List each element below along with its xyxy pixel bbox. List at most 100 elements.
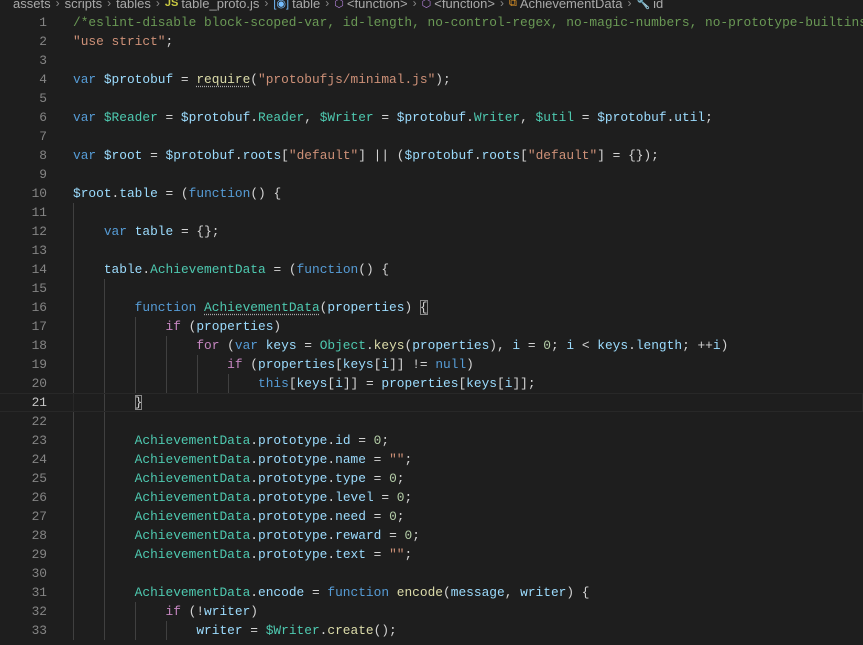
code-token: .	[250, 528, 259, 543]
breadcrumb-item[interactable]: assets	[13, 0, 51, 11]
line-number: 30	[31, 566, 47, 581]
code-token: writer	[520, 585, 567, 600]
code-token: .	[142, 262, 151, 277]
breadcrumb-item[interactable]: [◉] table	[273, 0, 320, 11]
code-line[interactable]: 29 AchievementData.prototype.text = "";	[0, 545, 863, 564]
breadcrumb-item[interactable]: ⬡ <function>	[422, 0, 495, 11]
code-token: id	[335, 433, 351, 448]
code-token: )	[273, 319, 282, 334]
code-line[interactable]: 27 AchievementData.prototype.need = 0;	[0, 507, 863, 526]
code-token: AchievementData	[134, 509, 251, 524]
code-token: ,	[504, 585, 521, 600]
code-editor[interactable]: 1 /*eslint-disable block-scoped-var, id-l…	[0, 13, 863, 640]
code-line[interactable]: 2 "use strict";	[0, 32, 863, 51]
indent-guide	[73, 241, 74, 260]
code-line[interactable]: 13	[0, 241, 863, 260]
class-icon: ⧉	[508, 0, 517, 9]
code-token: .	[327, 547, 336, 562]
code-line[interactable]: 8 var $root = $protobuf.roots["default"] …	[0, 146, 863, 165]
code-line[interactable]: 19 if (properties[keys[i]] != null)	[0, 355, 863, 374]
code-line[interactable]: 10 $root.table = (function() {	[0, 184, 863, 203]
code-line[interactable]: 17 if (properties)	[0, 317, 863, 336]
chevron-right-icon: ›	[155, 0, 160, 10]
code-line[interactable]: 28 AchievementData.prototype.reward = 0;	[0, 526, 863, 545]
code-line[interactable]: 12 var table = {};	[0, 222, 863, 241]
chevron-right-icon: ›	[55, 0, 60, 10]
code-text: AchievementData.prototype.name = "";	[73, 450, 413, 469]
chevron-right-icon: ›	[107, 0, 112, 10]
code-token: () {	[250, 186, 282, 201]
code-token: ;	[381, 433, 390, 448]
code-token: }	[134, 395, 143, 410]
code-line[interactable]: 23 AchievementData.prototype.id = 0;	[0, 431, 863, 450]
code-token: var	[234, 338, 266, 353]
code-token: .	[250, 452, 259, 467]
code-line[interactable]: 30	[0, 564, 863, 583]
code-text: }	[73, 393, 143, 412]
code-token: (	[180, 319, 197, 334]
breadcrumb-item[interactable]: tables	[116, 0, 151, 11]
code-line[interactable]: 25 AchievementData.prototype.type = 0;	[0, 469, 863, 488]
code-line[interactable]: 32 if (!writer)	[0, 602, 863, 621]
code-line[interactable]: 21 }	[0, 393, 863, 412]
code-line[interactable]: 6 var $Reader = $protobuf.Reader, $Writer…	[0, 108, 863, 127]
code-line[interactable]: 5	[0, 89, 863, 108]
code-text: "use strict";	[73, 32, 173, 51]
breadcrumb-item[interactable]: ⬡ <function>	[334, 0, 407, 11]
code-token: =	[520, 338, 544, 353]
code-line[interactable]: 16 function AchievementData(properties) …	[0, 298, 863, 317]
code-text: AchievementData.prototype.type = 0;	[73, 469, 405, 488]
code-token: function	[134, 300, 205, 315]
code-line[interactable]: 7	[0, 127, 863, 146]
code-token: var	[103, 224, 135, 239]
code-token: .	[250, 490, 259, 505]
breadcrumb-item[interactable]: scripts	[65, 0, 103, 11]
code-line[interactable]: 33 writer = $Writer.create();	[0, 621, 863, 640]
code-line[interactable]: 3	[0, 51, 863, 70]
code-line[interactable]: 20 this[keys[i]] = properties[keys[i]];	[0, 374, 863, 393]
code-token: this	[257, 376, 289, 391]
indent-guide	[73, 279, 74, 298]
code-line[interactable]: 26 AchievementData.prototype.level = 0;	[0, 488, 863, 507]
code-token: /*eslint-disable block-scoped-var, id-le…	[73, 15, 863, 30]
code-line[interactable]: 31 AchievementData.encode = function enc…	[0, 583, 863, 602]
code-token: Object	[319, 338, 366, 353]
code-line[interactable]: 18 for (var keys = Object.keys(propertie…	[0, 336, 863, 355]
code-line[interactable]: 15	[0, 279, 863, 298]
code-line[interactable]: 1 /*eslint-disable block-scoped-var, id-l…	[0, 13, 863, 32]
code-token: ),	[489, 338, 513, 353]
breadcrumb-label: <function>	[434, 0, 495, 11]
code-line[interactable]: 24 AchievementData.prototype.name = "";	[0, 450, 863, 469]
code-text: writer = $Writer.create();	[73, 621, 396, 640]
code-token: =	[381, 528, 405, 543]
code-text: var $protobuf = require("protobufjs/mini…	[73, 70, 451, 89]
line-number: 26	[31, 490, 47, 505]
code-token: writer	[204, 604, 251, 619]
code-token: =	[365, 547, 390, 562]
breadcrumb-item[interactable]: ⧉ AchievementData	[509, 0, 622, 11]
code-token: =	[373, 490, 397, 505]
line-number: 31	[31, 585, 47, 600]
code-token: ;	[396, 471, 405, 486]
breadcrumb-item[interactable]: 🔧 id	[636, 0, 663, 11]
chevron-right-icon: ›	[325, 0, 330, 10]
code-token: =	[574, 110, 598, 125]
code-token: "default"	[288, 148, 359, 163]
code-token: ;	[404, 490, 413, 505]
code-token: .	[250, 547, 259, 562]
code-token: keys	[265, 338, 297, 353]
code-token: ; ++	[682, 338, 713, 353]
code-line[interactable]: 11	[0, 203, 863, 222]
code-line[interactable]: 22	[0, 412, 863, 431]
code-line[interactable]: 9	[0, 165, 863, 184]
code-token: table	[119, 186, 158, 201]
breadcrumb-item[interactable]: JS table_proto.js	[165, 0, 260, 11]
code-line[interactable]: 14 table.AchievementData = (function() {	[0, 260, 863, 279]
variable-icon: [◉]	[273, 0, 290, 10]
code-token: $protobuf	[180, 110, 251, 125]
code-line[interactable]: 4 var $protobuf = require("protobufjs/min…	[0, 70, 863, 89]
method-cube-icon: ⬡	[421, 0, 432, 10]
chevron-right-icon: ›	[627, 0, 632, 10]
